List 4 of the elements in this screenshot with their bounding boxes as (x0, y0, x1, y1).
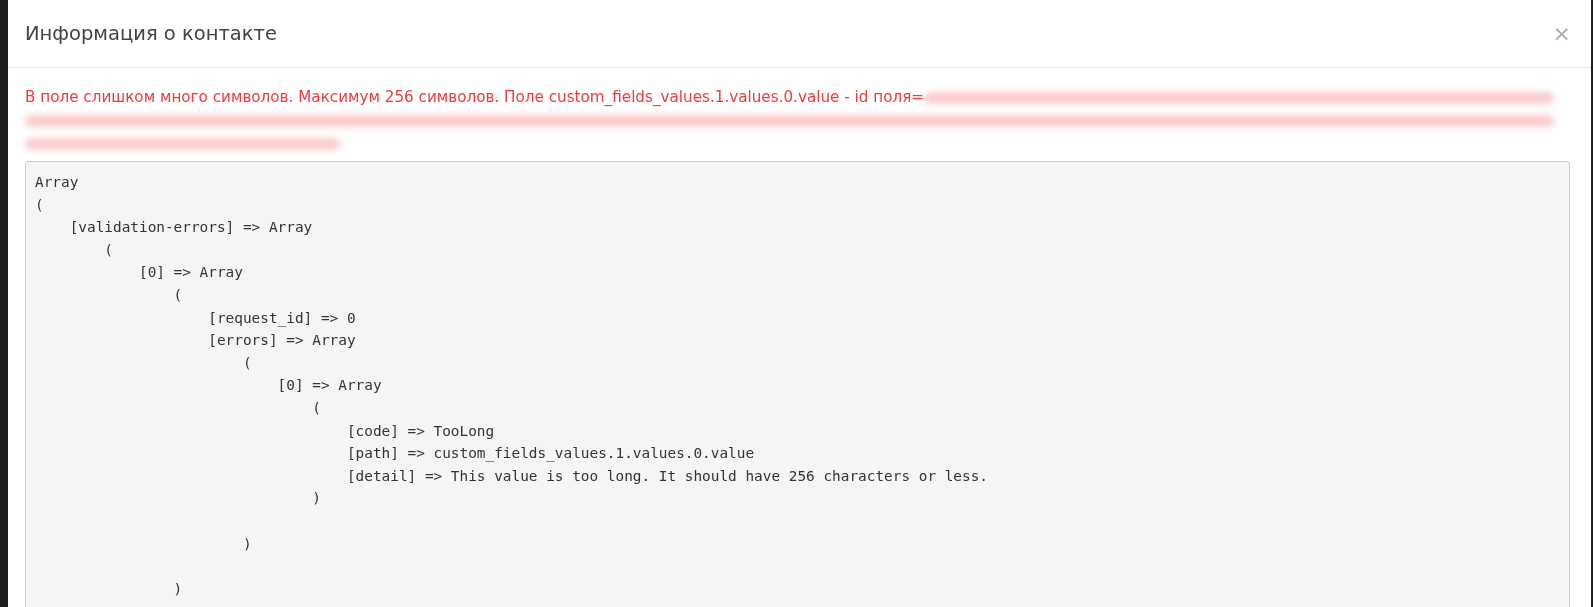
close-button[interactable]: × (1548, 22, 1575, 45)
code-block: Array ( [validation-errors] => Array ( [0] => Array ( [request_id] => 0 [errors] => Array ( [0] => Array ( [code] => TooLong [path] => custom_fields_values.1.values.0.value [detail] => This value is too long. It should have 256 characters or less. ) ) ) (25, 161, 1570, 607)
dialog-title: Информация о контакте (25, 22, 277, 45)
error-message: В поле слишком много символов. Максимум 256 символов. Поле custom_fields_values.1.values.0.value - id поля= (25, 87, 925, 108)
